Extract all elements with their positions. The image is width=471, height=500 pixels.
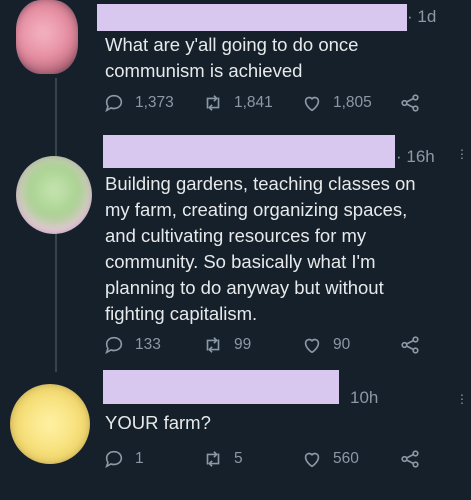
reply-count: 133 (135, 336, 161, 353)
tweet-text: What are y'all going to do once communis… (105, 34, 359, 81)
share-button[interactable] (399, 448, 431, 470)
tweet-actions: 1 5 560 (103, 448, 433, 472)
tweet[interactable]: 10h · · · YOUR farm? 1 5 560 (0, 368, 471, 500)
retweet-button[interactable]: 5 (202, 448, 243, 470)
reply-button[interactable]: 133 (103, 334, 161, 356)
avatar[interactable] (16, 156, 92, 234)
like-count: 90 (333, 336, 351, 353)
like-count: 560 (333, 450, 359, 467)
share-icon (401, 336, 419, 354)
more-icon[interactable]: · · · (459, 142, 465, 164)
retweet-button[interactable]: 99 (202, 334, 251, 356)
tweet-text: Building gardens, teaching classes on my… (105, 173, 416, 324)
author-name-redacted (103, 135, 395, 168)
share-button[interactable] (399, 334, 431, 356)
tweet-actions: 133 99 90 (103, 334, 433, 358)
timestamp[interactable]: · 1d (407, 7, 436, 27)
reply-button[interactable]: 1,373 (103, 92, 174, 114)
like-count: 1,805 (333, 94, 372, 111)
retweet-count: 99 (234, 336, 252, 353)
reply-icon (105, 336, 123, 355)
retweet-button[interactable]: 1,841 (202, 92, 273, 114)
reply-icon (105, 450, 123, 469)
avatar[interactable] (16, 0, 78, 74)
tweet-actions: 1,373 1,841 1,805 (103, 92, 433, 116)
retweet-count: 5 (234, 450, 243, 467)
timestamp[interactable]: · 16h (396, 147, 435, 167)
share-icon (401, 450, 419, 468)
retweet-icon (206, 451, 220, 467)
like-button[interactable]: 560 (301, 448, 359, 470)
reply-button[interactable]: 1 (103, 448, 144, 470)
heart-icon (304, 452, 320, 468)
heart-icon (304, 338, 320, 354)
like-button[interactable]: 90 (301, 334, 350, 356)
reply-count: 1,373 (135, 94, 174, 111)
retweet-count: 1,841 (234, 94, 273, 111)
share-icon (401, 94, 419, 112)
retweet-icon (206, 337, 220, 353)
reply-icon (105, 94, 123, 113)
heart-icon (304, 96, 320, 112)
tweet[interactable]: · 1d What are y'all going to do once com… (0, 0, 471, 130)
more-icon[interactable]: · · · (459, 387, 465, 409)
avatar[interactable] (10, 384, 90, 464)
timestamp[interactable]: 10h (350, 388, 378, 408)
tweet-text: YOUR farm? (105, 412, 211, 433)
tweet[interactable]: · 16h · · · Building gardens, teaching cla… (0, 130, 471, 370)
author-name-redacted (97, 4, 407, 31)
reply-count: 1 (135, 450, 144, 467)
retweet-icon (206, 95, 220, 111)
like-button[interactable]: 1,805 (301, 92, 372, 114)
author-name-redacted (103, 370, 339, 404)
share-button[interactable] (399, 92, 431, 114)
